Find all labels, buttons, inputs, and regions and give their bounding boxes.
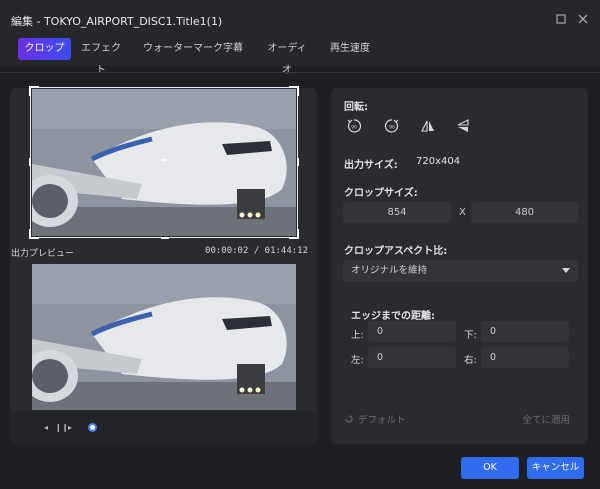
- crop-height-input[interactable]: 480: [471, 202, 578, 223]
- settings-panel: 回転: 90 90 出力サイズ: 720x404 クロップサイズ: 854 X …: [331, 88, 588, 444]
- edge-bottom-label: 下:: [464, 330, 477, 341]
- aspect-ratio-select[interactable]: オリジナルを維持: [343, 260, 578, 282]
- apply-all-button[interactable]: 全てに適用: [522, 412, 570, 426]
- reset-default-button[interactable]: デフォルト: [344, 412, 406, 426]
- tab-audio[interactable]: オーディオ: [263, 38, 311, 76]
- play-pause-icon[interactable]: ❙❙: [55, 423, 68, 432]
- edge-bottom-input[interactable]: 0: [481, 321, 569, 342]
- tab-bar: クロップ エフェクト ウォーターマーク 字幕 オーディオ 再生速度: [0, 38, 600, 76]
- svg-text:90: 90: [389, 125, 395, 131]
- crop-width-input[interactable]: 854: [343, 202, 451, 223]
- output-size-label: 出力サイズ:: [344, 160, 398, 171]
- aspect-ratio-label: クロップアスペクト比:: [344, 246, 448, 257]
- airplane-output-image: [32, 264, 296, 410]
- ok-button[interactable]: OK: [461, 457, 519, 479]
- rotate-left-90-icon[interactable]: 90: [344, 116, 364, 136]
- previous-frame-icon[interactable]: ◂: [44, 423, 48, 432]
- crop-size-separator: X: [459, 207, 466, 218]
- chevron-down-icon: [562, 268, 570, 273]
- edge-top-label: 上:: [351, 330, 364, 341]
- svg-text:90: 90: [351, 125, 357, 131]
- window-title: 編集 - TOKYO_AIRPORT_DISC1.Title1(1): [11, 15, 223, 28]
- edge-right-label: 右:: [464, 355, 477, 366]
- reset-default-label: デフォルト: [358, 415, 406, 426]
- crop-handle-bottom[interactable]: [161, 237, 169, 239]
- output-size-value: 720x404: [416, 156, 461, 167]
- tab-crop[interactable]: クロップ: [18, 38, 71, 60]
- edge-top-input[interactable]: 0: [368, 321, 456, 342]
- crop-handle-right[interactable]: [297, 158, 299, 166]
- crop-frame[interactable]: +: [29, 86, 299, 239]
- edge-right-input[interactable]: 0: [481, 347, 569, 368]
- title-bar: 編集 - TOKYO_AIRPORT_DISC1.Title1(1): [0, 0, 600, 38]
- next-frame-icon[interactable]: ▸: [68, 423, 72, 432]
- tab-watermark[interactable]: ウォーターマーク: [136, 38, 230, 60]
- crop-handle-top-left[interactable]: [29, 86, 39, 96]
- crop-size-label: クロップサイズ:: [344, 188, 418, 199]
- flip-horizontal-icon[interactable]: [418, 116, 438, 136]
- crop-handle-left[interactable]: [29, 158, 31, 166]
- edge-left-input[interactable]: 0: [368, 347, 456, 368]
- output-video-frame: [32, 264, 296, 410]
- playback-controls: ◂ ❙❙ ▸: [10, 411, 317, 444]
- tab-divider: [0, 72, 600, 73]
- rotate-right-90-icon[interactable]: 90: [382, 116, 402, 136]
- crop-handle-bottom-left[interactable]: [29, 229, 39, 239]
- rotation-label: 回転:: [344, 102, 368, 113]
- tab-subtitle[interactable]: 字幕: [218, 38, 248, 60]
- close-icon[interactable]: [574, 10, 592, 28]
- flip-vertical-icon[interactable]: [453, 116, 473, 136]
- crop-handle-top-right[interactable]: [289, 86, 299, 96]
- timecode: 00:00:02 / 01:44:12: [205, 246, 308, 256]
- crop-handle-bottom-right[interactable]: [289, 229, 299, 239]
- tab-effect[interactable]: エフェクト: [78, 38, 124, 76]
- maximize-icon[interactable]: [552, 10, 570, 28]
- output-preview-label: 出力プレビュー: [11, 249, 75, 259]
- edge-left-label: 左:: [351, 355, 364, 366]
- reset-icon: [345, 415, 353, 423]
- edge-distance-label: エッジまでの距離:: [351, 311, 435, 322]
- crosshair-icon[interactable]: +: [158, 154, 170, 166]
- preview-panel: + 出力プレビュー 00:00:02 / 01:44:12 ◂ ❙❙ ▸: [10, 86, 317, 444]
- aspect-ratio-value: オリジナルを維持: [351, 265, 428, 276]
- cancel-button[interactable]: キャンセル: [527, 457, 584, 479]
- tab-playback-speed[interactable]: 再生速度: [325, 38, 375, 60]
- scrubber-handle[interactable]: [88, 423, 97, 432]
